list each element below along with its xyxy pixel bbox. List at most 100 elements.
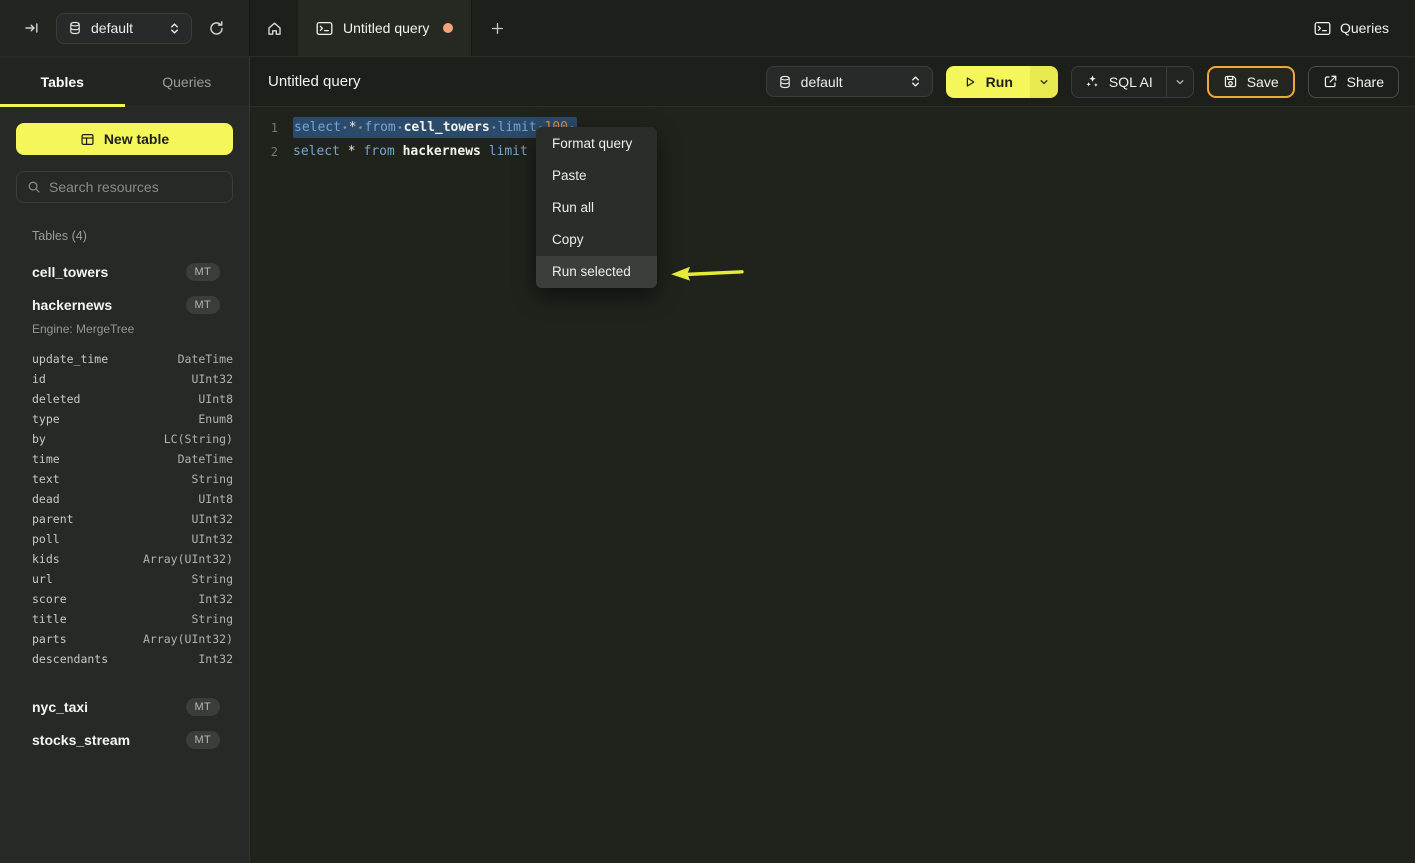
code-line[interactable]: 1 select * from cell_towers limit 100 — [250, 116, 1415, 140]
code-token: from — [363, 144, 394, 159]
engine-badge: MT — [186, 263, 220, 281]
column-type: Int32 — [198, 592, 233, 606]
code-line[interactable]: 2select * from hackernews limit — [250, 140, 1415, 164]
column-row[interactable]: descendants Int32 — [16, 649, 233, 669]
database-selector[interactable]: default — [56, 13, 192, 44]
plus-icon — [490, 21, 505, 36]
terminal-icon — [316, 21, 333, 36]
chevron-down-icon — [1039, 77, 1049, 87]
column-type: DateTime — [178, 452, 233, 466]
share-icon — [1323, 74, 1338, 89]
column-row[interactable]: by LC(String) — [16, 429, 233, 449]
column-row[interactable]: dead UInt8 — [16, 489, 233, 509]
engine-badge: MT — [186, 698, 220, 716]
code-token: hackernews — [403, 144, 481, 159]
table-name: hackernews — [32, 297, 186, 313]
column-row[interactable]: deleted UInt8 — [16, 389, 233, 409]
tab-untitled-query[interactable]: Untitled query — [298, 0, 472, 56]
database-icon — [778, 75, 792, 89]
column-type: Int32 — [198, 652, 233, 666]
sidebar: Tables Queries New table Tables (4) cell… — [0, 57, 250, 863]
share-label: Share — [1347, 74, 1384, 90]
column-row[interactable]: score Int32 — [16, 589, 233, 609]
code-token — [341, 120, 349, 135]
search-box — [16, 171, 233, 203]
context-menu-item[interactable]: Paste — [536, 159, 657, 191]
home-button[interactable] — [250, 0, 298, 56]
table-row-hackernews[interactable]: hackernews MT — [16, 288, 233, 321]
context-menu-item[interactable]: Copy — [536, 224, 657, 256]
run-options-button[interactable] — [1030, 66, 1058, 98]
chevron-down-icon — [1175, 77, 1185, 87]
column-type: String — [191, 472, 233, 486]
context-menu-item[interactable]: Format query — [536, 127, 657, 159]
new-tab-button[interactable] — [472, 0, 522, 56]
column-type: DateTime — [178, 352, 233, 366]
database-selector-value: default — [91, 20, 160, 36]
chevron-updown-icon — [169, 22, 180, 35]
hackernews-columns: update_time DateTime id UInt32 deleted U… — [16, 349, 233, 675]
table-name: stocks_stream — [32, 732, 186, 748]
column-row[interactable]: type Enum8 — [16, 409, 233, 429]
table-row-nyc-taxi[interactable]: nyc_taxi MT — [16, 690, 233, 723]
share-button[interactable]: Share — [1308, 66, 1399, 98]
refresh-icon[interactable] — [208, 20, 225, 37]
code-token: select — [293, 144, 340, 159]
engine-label: Engine: MergeTree — [16, 322, 233, 336]
sidebar-tab-queries[interactable]: Queries — [125, 57, 250, 106]
sql-ai-options-button[interactable] — [1166, 67, 1193, 97]
engine-badge: MT — [186, 296, 220, 314]
code-token — [490, 120, 498, 135]
column-name: update_time — [32, 352, 108, 366]
column-row[interactable]: poll UInt32 — [16, 529, 233, 549]
save-button[interactable]: Save — [1207, 66, 1295, 98]
code-token: * — [349, 120, 357, 135]
line-number: 2 — [250, 140, 278, 164]
column-row[interactable]: text String — [16, 469, 233, 489]
code-token — [340, 144, 348, 159]
play-icon — [963, 75, 977, 89]
code-token — [396, 120, 404, 135]
search-input[interactable] — [49, 179, 222, 195]
column-row[interactable]: url String — [16, 569, 233, 589]
sql-editor[interactable]: 1 select * from cell_towers limit 100 2 se… — [250, 107, 1415, 863]
terminal-icon — [1314, 21, 1331, 36]
tab-strip: Untitled query Queries — [250, 0, 1415, 56]
text-selection: select * from cell_towers limit 100 — [293, 117, 577, 138]
queries-button[interactable]: Queries — [1314, 20, 1389, 36]
column-row[interactable]: id UInt32 — [16, 369, 233, 389]
table-name: nyc_taxi — [32, 699, 186, 715]
code-token: from — [364, 120, 395, 135]
code-text: select * from cell_towers limit 100 — [278, 116, 577, 140]
run-button[interactable]: Run — [946, 66, 1030, 98]
top-bar-right: Queries — [1314, 0, 1415, 56]
sql-ai-button[interactable]: SQL AI — [1072, 67, 1166, 97]
column-name: id — [32, 372, 46, 386]
expand-sidebar-icon[interactable] — [24, 20, 40, 36]
column-row[interactable]: kids Array(UInt32) — [16, 549, 233, 569]
column-name: score — [32, 592, 67, 606]
sidebar-body: New table Tables (4) cell_towers MT hack… — [0, 107, 249, 756]
column-row[interactable]: update_time DateTime — [16, 349, 233, 369]
new-table-label: New table — [104, 131, 169, 147]
column-row[interactable]: title String — [16, 609, 233, 629]
column-type: UInt32 — [191, 532, 233, 546]
tab-label: Untitled query — [343, 20, 429, 36]
column-type: Array(UInt32) — [143, 632, 233, 646]
line-number: 1 — [250, 116, 278, 140]
database-selector[interactable]: default — [766, 66, 933, 97]
column-type: LC(String) — [164, 432, 233, 446]
column-row[interactable]: time DateTime — [16, 449, 233, 469]
table-row-stocks-stream[interactable]: stocks_stream MT — [16, 723, 233, 756]
sidebar-tab-tables[interactable]: Tables — [0, 57, 125, 106]
run-label: Run — [986, 74, 1013, 90]
context-menu-item[interactable]: Run all — [536, 191, 657, 223]
context-menu-item[interactable]: Run selected — [536, 256, 657, 288]
column-name: title — [32, 612, 67, 626]
new-table-button[interactable]: New table — [16, 123, 233, 155]
column-type: String — [191, 612, 233, 626]
column-row[interactable]: parts Array(UInt32) — [16, 629, 233, 649]
table-row-cell-towers[interactable]: cell_towers MT — [16, 255, 233, 288]
unsaved-dot — [443, 23, 453, 33]
column-row[interactable]: parent UInt32 — [16, 509, 233, 529]
